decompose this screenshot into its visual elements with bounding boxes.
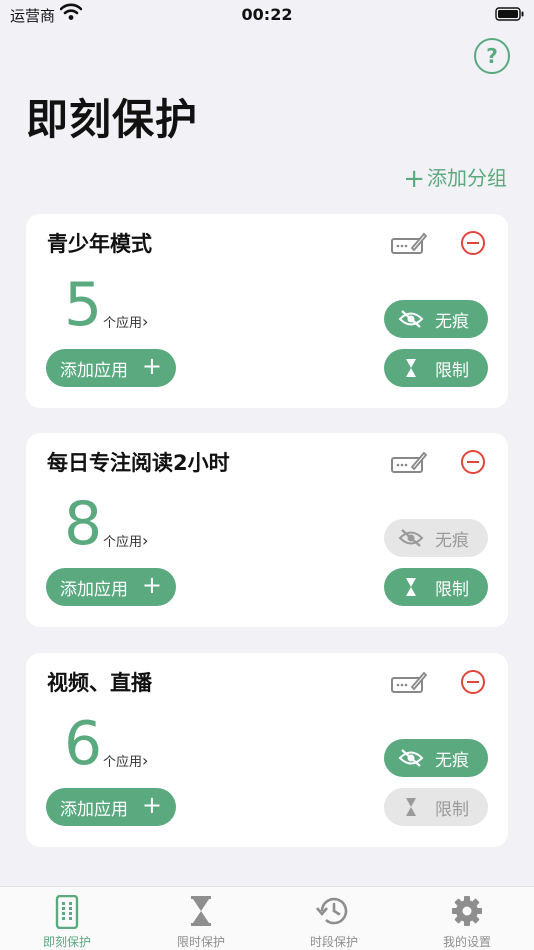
- app-count: 6: [64, 709, 103, 779]
- remove-icon[interactable]: [461, 670, 485, 694]
- limit-toggle[interactable]: 限制: [384, 349, 488, 387]
- traceless-toggle[interactable]: 无痕: [384, 739, 488, 777]
- group-card: 视频、直播 6 个应用› 添加应用 + 无痕 限制: [26, 653, 508, 847]
- tab-label: 限时保护: [176, 935, 225, 949]
- eye-slash-icon: [398, 528, 424, 553]
- help-icon: ?: [486, 44, 498, 68]
- gear-icon: [451, 895, 483, 931]
- traceless-label: 无痕: [435, 311, 469, 332]
- group-name: 青少年模式: [47, 232, 152, 256]
- add-group-label: 添加分组: [427, 166, 507, 190]
- traceless-toggle[interactable]: 无痕: [384, 519, 488, 557]
- tab-label: 我的设置: [442, 935, 491, 949]
- edit-icon[interactable]: [390, 668, 428, 700]
- app-count-label: 个应用: [103, 316, 143, 331]
- limit-toggle[interactable]: 限制: [384, 568, 488, 606]
- clock-history-icon: [316, 895, 352, 931]
- add-app-label: 添加应用: [60, 799, 128, 820]
- hourglass-icon: [398, 577, 424, 602]
- add-app-button[interactable]: 添加应用 +: [46, 349, 176, 387]
- limit-label: 限制: [435, 799, 469, 820]
- hourglass-icon: [190, 895, 212, 931]
- remove-icon[interactable]: [461, 231, 485, 255]
- app-count: 8: [64, 489, 103, 559]
- page-title: 即刻保护: [26, 95, 199, 144]
- app-count-link[interactable]: 个应用›: [103, 531, 148, 550]
- limit-label: 限制: [435, 579, 469, 600]
- group-card: 每日专注阅读2小时 8 个应用› 添加应用 + 无痕 限制: [26, 433, 508, 627]
- tab-my-settings[interactable]: 我的设置: [400, 887, 534, 950]
- app-count-link[interactable]: 个应用›: [103, 751, 148, 770]
- limit-toggle[interactable]: 限制: [384, 788, 488, 826]
- limit-label: 限制: [435, 360, 469, 381]
- app-count: 5: [64, 270, 103, 340]
- tab-time-limit[interactable]: 限时保护: [134, 887, 268, 950]
- edit-icon[interactable]: [390, 229, 428, 261]
- add-app-button[interactable]: 添加应用 +: [46, 788, 176, 826]
- add-group-button[interactable]: + 添加分组: [403, 162, 507, 194]
- group-name: 每日专注阅读2小时: [47, 451, 230, 475]
- tab-label: 时段保护: [309, 935, 358, 949]
- plus-icon: +: [403, 164, 425, 194]
- plus-icon: +: [141, 571, 162, 599]
- add-app-label: 添加应用: [60, 579, 128, 600]
- hourglass-icon: [398, 797, 424, 822]
- app-count-link[interactable]: 个应用›: [103, 312, 148, 331]
- chevron-right-icon: ›: [142, 751, 149, 770]
- tab-period-protect[interactable]: 时段保护: [267, 887, 401, 950]
- status-bar: 运营商 00:22: [0, 0, 534, 30]
- plus-icon: +: [141, 352, 162, 380]
- group-name: 视频、直播: [47, 671, 152, 695]
- traceless-toggle[interactable]: 无痕: [384, 300, 488, 338]
- status-time: 00:22: [241, 5, 293, 24]
- add-app-label: 添加应用: [60, 360, 128, 381]
- app-count-label: 个应用: [103, 535, 143, 550]
- eye-slash-icon: [398, 748, 424, 773]
- hourglass-icon: [398, 358, 424, 383]
- chevron-right-icon: ›: [142, 531, 149, 550]
- eye-slash-icon: [398, 309, 424, 334]
- group-card: 青少年模式 5 个应用› 添加应用 + 无痕 限制: [26, 214, 508, 408]
- edit-icon[interactable]: [390, 448, 428, 480]
- tab-label: 即刻保护: [42, 935, 91, 949]
- traceless-label: 无痕: [435, 750, 469, 771]
- tab-instant-protect[interactable]: 即刻保护: [0, 887, 134, 950]
- traceless-label: 无痕: [435, 530, 469, 551]
- chevron-right-icon: ›: [142, 312, 149, 331]
- add-app-button[interactable]: 添加应用 +: [46, 568, 176, 606]
- app-count-label: 个应用: [103, 755, 143, 770]
- remove-icon[interactable]: [461, 450, 485, 474]
- tab-bar: 即刻保护 限时保护 时段保护 我的设置: [0, 886, 534, 950]
- phone-icon: [55, 894, 79, 933]
- battery-icon: [495, 7, 525, 25]
- plus-icon: +: [141, 791, 162, 819]
- help-button[interactable]: ?: [474, 38, 510, 74]
